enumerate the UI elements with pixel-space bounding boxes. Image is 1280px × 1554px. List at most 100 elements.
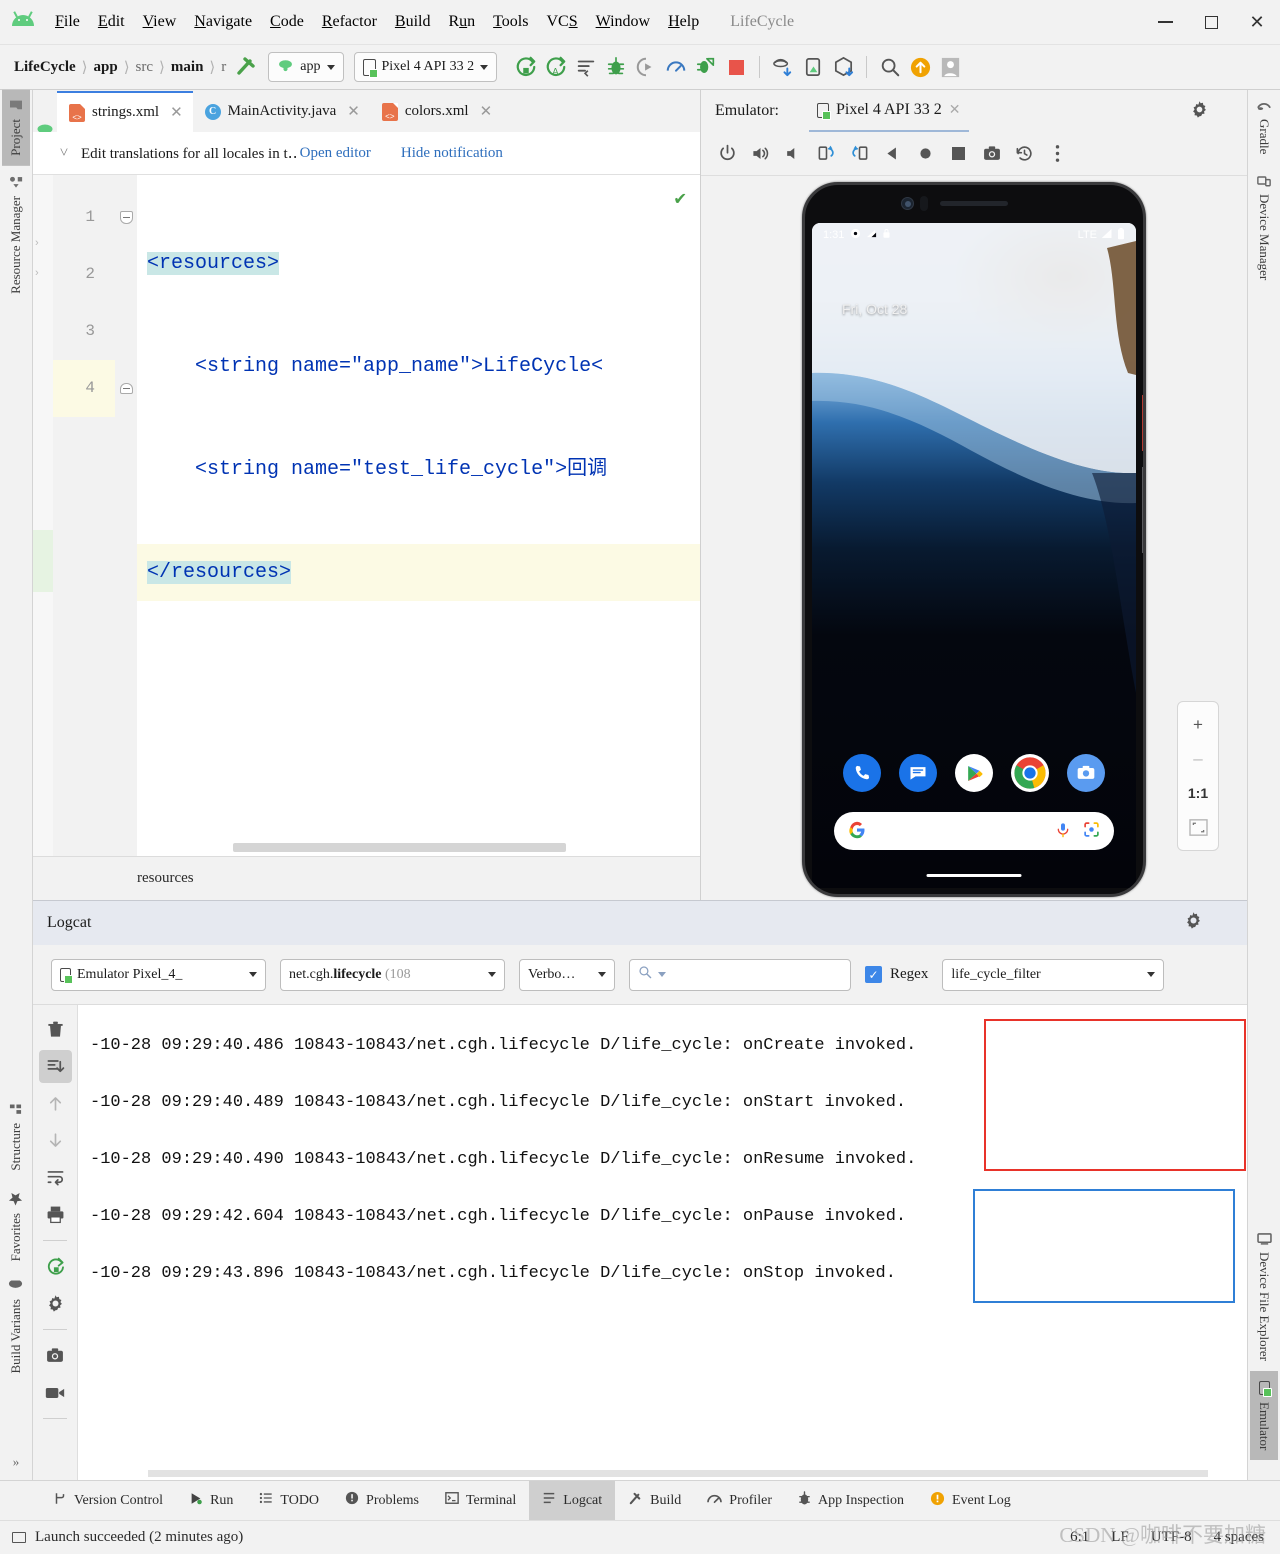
- sidebar-item-project[interactable]: Project: [2, 90, 30, 166]
- tool-button-todo[interactable]: TODO: [246, 1481, 332, 1520]
- build-hammer-icon[interactable]: [234, 54, 258, 81]
- tool-button-build[interactable]: Build: [615, 1481, 694, 1520]
- account-icon[interactable]: [935, 52, 965, 82]
- collapse-chevron-icon[interactable]: ˅: [47, 145, 81, 162]
- debug-icon[interactable]: [601, 52, 631, 82]
- device-selector[interactable]: Pixel 4 API 33 2: [353, 52, 498, 82]
- tool-button-run[interactable]: Run: [176, 1481, 246, 1520]
- logcat-search-input[interactable]: [629, 958, 851, 991]
- search-field[interactable]: [672, 966, 850, 983]
- mic-icon[interactable]: [1055, 822, 1071, 841]
- sidebar-item-build-variants[interactable]: Build Variants: [2, 1271, 30, 1384]
- editor-breadcrumb[interactable]: resources: [33, 856, 700, 900]
- fold-region-end[interactable]: [115, 360, 137, 417]
- sync-project-icon[interactable]: [768, 52, 798, 82]
- back-icon[interactable]: [876, 137, 909, 170]
- maximize-button[interactable]: [1188, 0, 1234, 44]
- code-content[interactable]: <resources> <string name="app_name">Life…: [137, 175, 700, 856]
- minimize-button[interactable]: [1142, 0, 1188, 44]
- avd-manager-icon[interactable]: [798, 52, 828, 82]
- down-arrow-icon[interactable]: [39, 1124, 72, 1157]
- trash-icon[interactable]: [39, 1013, 72, 1046]
- logcat-process-selector[interactable]: net.cgh.lifecycle (108: [280, 958, 505, 991]
- run-icon[interactable]: [511, 52, 541, 82]
- run-configuration-selector[interactable]: app: [268, 52, 344, 82]
- home-icon[interactable]: [909, 137, 942, 170]
- tab-strings-xml[interactable]: <> strings.xml ✕: [57, 91, 193, 132]
- regex-checkbox[interactable]: ✓: [865, 966, 882, 983]
- sdk-manager-icon[interactable]: [828, 52, 858, 82]
- code-editor[interactable]: › › 1 2 3 4 <resources> <string name="ap…: [33, 175, 700, 856]
- power-button[interactable]: [1142, 395, 1143, 451]
- volume-button[interactable]: [1142, 467, 1143, 553]
- profiler-icon[interactable]: [661, 52, 691, 82]
- logcat-horizontal-scrollbar[interactable]: [148, 1470, 1208, 1477]
- caret-position[interactable]: 6:1: [1070, 1529, 1089, 1546]
- expand-rail-button[interactable]: »: [7, 1444, 26, 1480]
- editor-horizontal-scrollbar[interactable]: [233, 843, 566, 852]
- phone-icon[interactable]: [843, 754, 881, 792]
- menu-item-code[interactable]: Code: [261, 9, 313, 35]
- soft-wrap-icon[interactable]: [39, 1161, 72, 1194]
- run-with-coverage-icon[interactable]: A: [541, 52, 571, 82]
- zoom-actual-size-button[interactable]: 1:1: [1178, 776, 1218, 810]
- regex-checkbox-group[interactable]: ✓ Regex: [865, 966, 928, 983]
- screenshot-icon[interactable]: [975, 137, 1008, 170]
- menu-item-vcs[interactable]: VCS: [537, 9, 586, 35]
- logcat-level-selector[interactable]: Verbo…: [519, 958, 615, 991]
- sidebar-item-emulator[interactable]: Emulator: [1250, 1370, 1278, 1460]
- sidebar-item-resource-manager[interactable]: Resource Manager: [2, 166, 30, 304]
- close-tab-icon[interactable]: ✕: [170, 103, 183, 122]
- zoom-out-button[interactable]: –: [1178, 742, 1218, 776]
- phone-screen[interactable]: 1:31 LTE Fri, Oct 28: [812, 223, 1136, 888]
- overview-icon[interactable]: [942, 137, 975, 170]
- up-arrow-icon[interactable]: [39, 1087, 72, 1120]
- open-editor-link[interactable]: Open editor: [300, 145, 371, 162]
- fit-icon[interactable]: [1178, 810, 1218, 844]
- volume-down-icon[interactable]: [777, 137, 810, 170]
- tool-button-version-control[interactable]: Version Control: [40, 1481, 176, 1520]
- power-icon[interactable]: [711, 137, 744, 170]
- tab-colors-xml[interactable]: <> colors.xml ✕: [370, 91, 502, 132]
- line-separator[interactable]: LF: [1111, 1529, 1129, 1546]
- chrome-icon[interactable]: [1011, 754, 1049, 792]
- fold-region-start[interactable]: [115, 189, 137, 246]
- encoding[interactable]: UTF-8: [1151, 1529, 1192, 1546]
- gesture-nav-pill[interactable]: [926, 874, 1022, 877]
- tool-button-problems[interactable]: Problems: [332, 1481, 432, 1520]
- menu-item-run[interactable]: Run: [439, 9, 484, 35]
- apply-code-changes-icon[interactable]: [691, 52, 721, 82]
- play-store-icon[interactable]: [955, 754, 993, 792]
- emulator-device-view[interactable]: 1:31 LTE Fri, Oct 28 + – 1:1: [701, 176, 1247, 900]
- sidebar-item-gradle[interactable]: Gradle: [1250, 90, 1278, 164]
- apply-changes-icon[interactable]: [571, 52, 601, 82]
- close-tab-icon[interactable]: ✕: [347, 102, 360, 121]
- menu-item-navigate[interactable]: Navigate: [185, 9, 261, 35]
- update-icon[interactable]: [905, 52, 935, 82]
- sidebar-item-device-file-explorer[interactable]: Device File Explorer: [1250, 1223, 1278, 1371]
- close-button[interactable]: ✕: [1234, 0, 1280, 44]
- tool-button-terminal[interactable]: Terminal: [432, 1481, 529, 1520]
- emulator-device-tab[interactable]: Pixel 4 API 33 2 ✕: [808, 91, 969, 132]
- logcat-filter-selector[interactable]: life_cycle_filter: [942, 958, 1165, 991]
- rotate-right-icon[interactable]: [843, 137, 876, 170]
- gear-icon[interactable]: [1184, 911, 1203, 935]
- volume-up-icon[interactable]: [744, 137, 777, 170]
- tool-button-app-inspection[interactable]: App Inspection: [785, 1481, 917, 1520]
- sidebar-item-device-manager[interactable]: Device Manager: [1250, 164, 1278, 290]
- menu-item-tools[interactable]: Tools: [484, 9, 537, 35]
- menu-item-refactor[interactable]: Refactor: [313, 9, 386, 35]
- search-everywhere-icon[interactable]: [875, 52, 905, 82]
- gear-icon[interactable]: [1190, 100, 1209, 122]
- tool-button-event-log[interactable]: Event Log: [917, 1481, 1024, 1520]
- print-icon[interactable]: [39, 1198, 72, 1231]
- logcat-device-selector[interactable]: Emulator Pixel_4_: [51, 958, 266, 991]
- rotate-left-icon[interactable]: [810, 137, 843, 170]
- menu-item-view[interactable]: View: [134, 9, 186, 35]
- tab-mainactivity-java[interactable]: C MainActivity.java ✕: [193, 91, 370, 132]
- lens-icon[interactable]: [1083, 821, 1100, 841]
- zoom-in-button[interactable]: +: [1178, 708, 1218, 742]
- breadcrumb-project[interactable]: LifeCycle: [14, 59, 76, 76]
- scroll-to-end-icon[interactable]: [38, 1050, 72, 1083]
- tool-button-logcat[interactable]: Logcat: [529, 1481, 616, 1520]
